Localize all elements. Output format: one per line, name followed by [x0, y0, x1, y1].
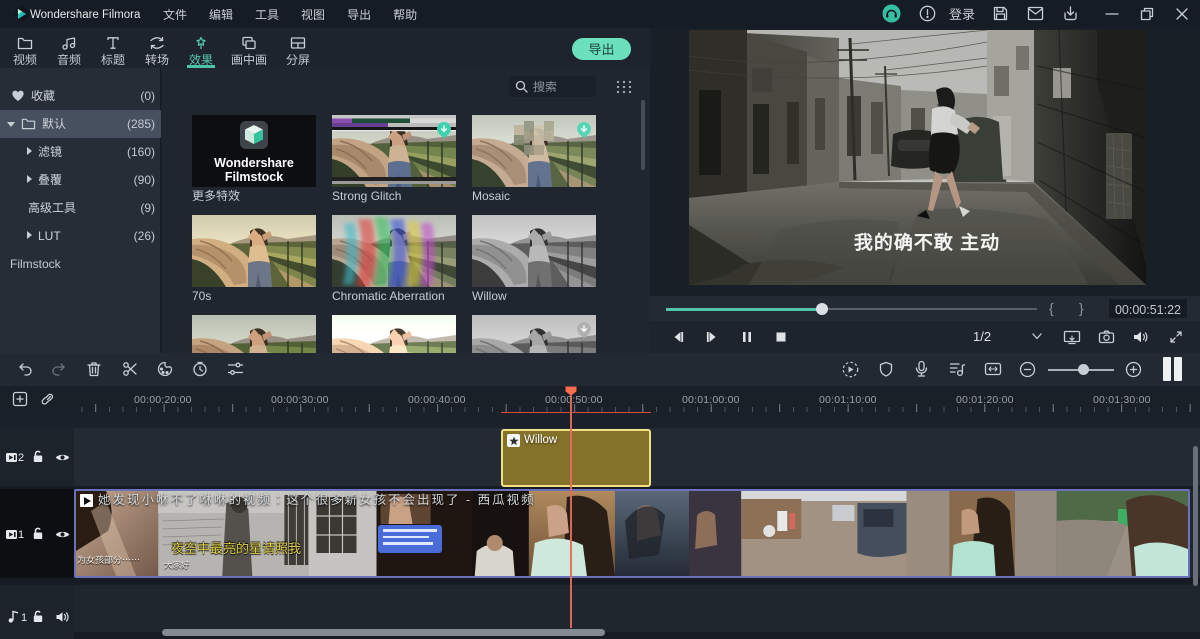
svg-text:我的确不敢 主动: 我的确不敢 主动: [854, 228, 1000, 255]
